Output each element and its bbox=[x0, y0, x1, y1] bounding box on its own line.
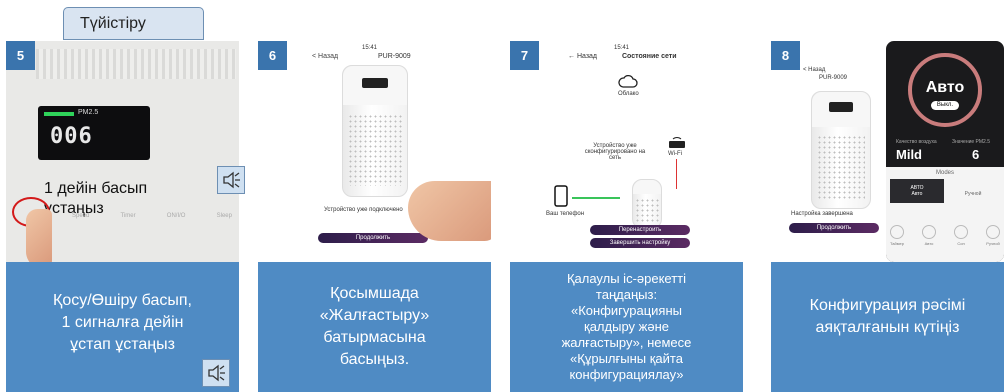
step-caption: Конфигурация рәсімі аяқталғанын күтіңіз bbox=[809, 297, 966, 336]
pm-value: 6 bbox=[972, 147, 980, 162]
back-link[interactable]: < Назад bbox=[312, 53, 338, 60]
back-link[interactable]: < Назад bbox=[803, 67, 825, 73]
step-number: 7 bbox=[510, 41, 539, 70]
mode-auto-sublabel: Авто bbox=[911, 191, 923, 197]
sleep-icon[interactable]: Сон bbox=[954, 225, 968, 246]
connection-line bbox=[572, 197, 620, 199]
model-title: PUR-9009 bbox=[378, 53, 411, 60]
modes-title: Modes bbox=[935, 170, 954, 176]
setup-complete-message: Настройка завершена bbox=[791, 211, 853, 217]
mode-label: Авто bbox=[925, 79, 965, 96]
timer-icon[interactable]: Таймер bbox=[890, 225, 904, 246]
step-number: 6 bbox=[258, 41, 287, 70]
phone-screenshot: 8 < Назад PUR-9009 Настройка завершена П… bbox=[771, 41, 1004, 262]
continue-button[interactable]: Продолжить bbox=[789, 223, 879, 233]
step-panel-6: 6 15:41 < Назад PUR-9009 Устройство уже … bbox=[258, 41, 491, 392]
status-time: 15:41 bbox=[362, 45, 378, 51]
step-panel-5: 5 PM2.5 006 1 дейін басып ұстаңыз Speed … bbox=[6, 41, 245, 392]
auto-icon[interactable]: Авто bbox=[922, 225, 936, 246]
device-button-labels: Speed Timer ON/I/O Sleep bbox=[72, 213, 232, 219]
finger-image bbox=[26, 209, 52, 262]
speaker-icon bbox=[223, 171, 240, 189]
router-icon bbox=[669, 137, 685, 148]
app-control-screen: Авто Выкл. Качество воздуха Mild Значени… bbox=[886, 41, 1004, 262]
router-link-line bbox=[676, 159, 677, 189]
step-number: 8 bbox=[771, 41, 800, 70]
purifier-image bbox=[632, 179, 662, 229]
phone-icon bbox=[554, 185, 568, 207]
device-display: PM2.5 006 bbox=[38, 106, 150, 160]
mode-manual-tile[interactable]: Ручной bbox=[946, 179, 1000, 203]
step-caption: Қосымшада «Жалғастыру» батырмасына басың… bbox=[319, 285, 430, 368]
bottom-icon-row: Таймер Авто Сон Ручной bbox=[890, 225, 1000, 246]
device-photo: 5 PM2.5 006 1 дейін басып ұстаңыз Speed … bbox=[6, 41, 239, 262]
label-timer: Timer bbox=[120, 213, 136, 219]
model-title: PUR-9009 bbox=[819, 75, 848, 81]
router-label: Wi-Fi bbox=[668, 151, 682, 157]
step-panel-7: 7 15:41 ← Назад Состояние сети Облако Ус… bbox=[510, 41, 743, 392]
cloud-icon bbox=[618, 75, 638, 88]
speaker-button[interactable] bbox=[217, 166, 245, 194]
step-number: 5 bbox=[6, 41, 35, 70]
status-time: 15:41 bbox=[614, 45, 630, 51]
label-sleep: Sleep bbox=[216, 213, 232, 219]
purifier-image bbox=[342, 65, 408, 197]
phone-label: Ваш телефон bbox=[546, 211, 585, 217]
pm-value: 006 bbox=[50, 124, 93, 149]
modes-panel: Modes АВТО Авто Ручной Таймер Авто Сон Р… bbox=[886, 167, 1004, 262]
finger-image bbox=[408, 181, 491, 241]
speaker-button[interactable] bbox=[202, 359, 230, 387]
label-speed: Speed bbox=[72, 213, 90, 219]
speaker-icon bbox=[208, 364, 225, 382]
step-caption: Қалаулы іс-әрекетті таңдаңыз: «Конфигура… bbox=[561, 271, 692, 382]
mode-off-button[interactable]: Выкл. bbox=[931, 101, 959, 110]
screen-title: Состояние сети bbox=[622, 53, 677, 60]
phone-screenshot: 7 15:41 ← Назад Состояние сети Облако Ус… bbox=[510, 41, 743, 262]
mode-auto-tile[interactable]: АВТО Авто bbox=[890, 179, 944, 203]
cloud-label: Облако bbox=[618, 91, 639, 97]
reconfigure-button[interactable]: Перенастроить bbox=[590, 225, 690, 235]
continue-button[interactable]: Продолжить bbox=[318, 233, 428, 243]
back-link[interactable]: ← Назад bbox=[568, 53, 597, 60]
label-onoff: ON/I/O bbox=[166, 213, 186, 219]
manual-icon[interactable]: Ручной bbox=[986, 225, 1000, 246]
step-panel-8: 8 < Назад PUR-9009 Настройка завершена П… bbox=[771, 41, 1004, 392]
air-quality-label: Качество воздуха bbox=[896, 139, 937, 145]
finish-setup-button[interactable]: Завершить настройку bbox=[590, 238, 690, 248]
phone-screenshot: 6 15:41 < Назад PUR-9009 Устройство уже … bbox=[258, 41, 491, 262]
pm-label: PM2.5 bbox=[78, 109, 99, 116]
purifier-image bbox=[811, 91, 871, 209]
connected-message: Устройство уже подключено bbox=[324, 207, 403, 213]
configured-message: Устройство уже сконфигурировано на сеть bbox=[584, 143, 646, 161]
pm-label: Значение PM2.5 bbox=[952, 139, 991, 145]
air-quality-value: Mild bbox=[896, 147, 922, 162]
mode-manual-label: Ручной bbox=[964, 191, 982, 197]
tab-pairing[interactable]: Түйістіру bbox=[63, 7, 204, 40]
